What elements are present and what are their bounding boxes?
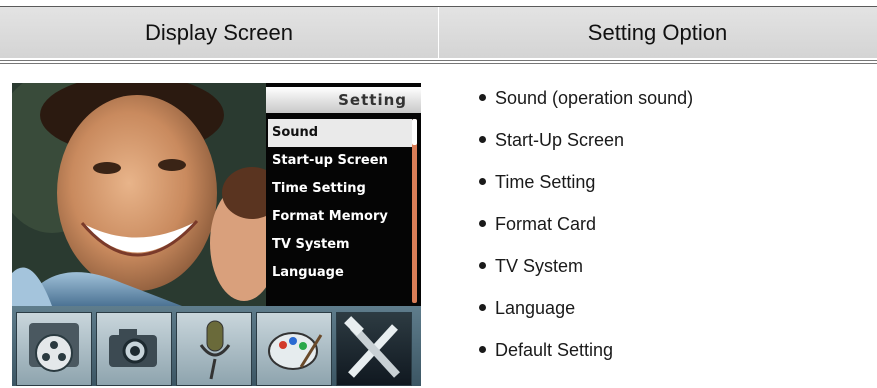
bullet-icon [479, 136, 486, 144]
camera-icon[interactable] [96, 312, 172, 386]
bullet-icon [479, 94, 486, 102]
menu-title: Setting [266, 87, 421, 113]
bullet-icon [479, 178, 486, 186]
option-item: Sound (operation sound) [479, 78, 693, 118]
option-item: Language [479, 288, 575, 328]
bullet-icon [479, 220, 486, 228]
palette-icon[interactable] [256, 312, 332, 386]
menu-item-sound[interactable]: Sound [268, 119, 412, 147]
bullet-icon [479, 262, 486, 270]
option-item: Start-Up Screen [479, 120, 624, 160]
microphone-icon[interactable] [176, 312, 252, 386]
column-header-setting-option: Setting Option [587, 20, 728, 45]
menu-item-startup-screen[interactable]: Start-up Screen [268, 147, 412, 175]
column-header-display-screen: Display Screen [145, 20, 293, 45]
camera-lcd-screenshot: Setting Sound Start-up Screen Time Setti… [12, 83, 421, 386]
scroll-thumb[interactable] [412, 119, 417, 145]
bullet-icon [479, 304, 486, 312]
header-bottom-rule [0, 60, 877, 61]
menu-item-tv-system[interactable]: TV System [268, 231, 412, 259]
option-item: Format Card [479, 204, 596, 244]
bullet-icon [479, 346, 486, 354]
menu-item-language[interactable]: Language [268, 259, 412, 287]
menu-item-format-memory[interactable]: Format Memory [268, 203, 412, 231]
option-item: Time Setting [479, 162, 595, 202]
menu-item-time-setting[interactable]: Time Setting [268, 175, 412, 203]
menu-scrollbar[interactable] [412, 119, 417, 303]
header-bottom-rule-2 [0, 63, 877, 64]
option-item: TV System [479, 246, 583, 286]
setting-menu: Setting Sound Start-up Screen Time Setti… [266, 83, 421, 306]
table-header: Display Screen Setting Option [0, 7, 877, 58]
tools-icon[interactable] [336, 312, 412, 386]
option-item: Default Setting [479, 330, 613, 370]
mode-icon-bar [12, 306, 421, 386]
film-reel-icon[interactable] [16, 312, 92, 386]
